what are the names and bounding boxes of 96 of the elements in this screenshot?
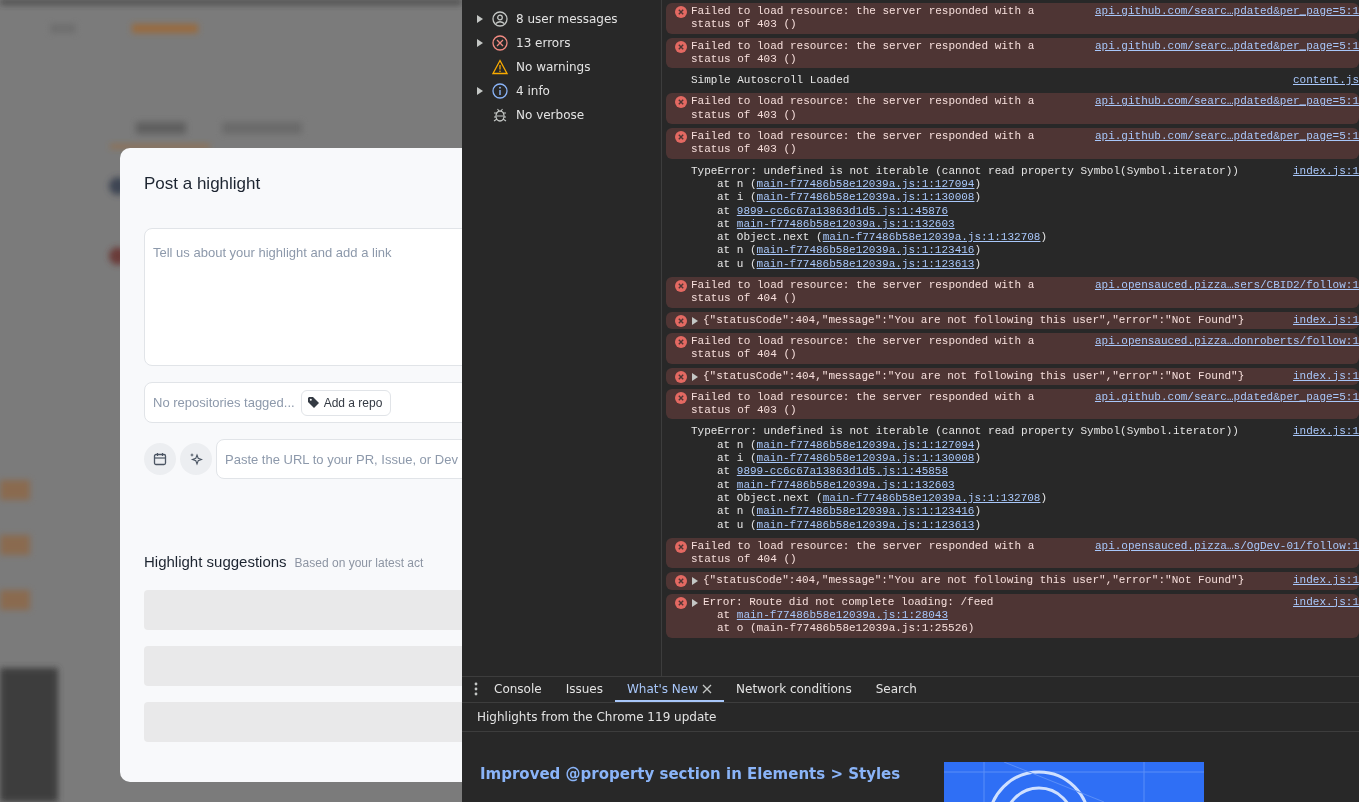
expand-arrow-icon[interactable] <box>691 576 700 587</box>
add-repo-button[interactable]: Add a repo <box>300 389 392 416</box>
dialog-title: Post a highlight <box>144 174 262 195</box>
stack-link[interactable]: main-f77486b58e12039a.js:1:132708 <box>822 231 1041 244</box>
console-message: TypeError: undefined is not iterable (cannot read property Symbol(Symbol.iterator)) <box>691 164 1239 178</box>
console-message: Failed to load resource: the server responded with a status of 404 () <box>691 539 1036 567</box>
bug-icon <box>492 107 508 123</box>
stack-link[interactable]: main-f77486b58e12039a.js:1:123416 <box>756 244 975 257</box>
source-link[interactable]: content.js <box>1271 74 1359 88</box>
filter-item[interactable]: No verbose <box>516 106 585 124</box>
source-link[interactable]: index.js:1 <box>1271 574 1359 588</box>
stack-link[interactable]: main-f77486b58e12039a.js:1:28043 <box>736 609 949 621</box>
user-icon <box>492 11 508 27</box>
drawer-subtitle: Highlights from the Chrome 119 update <box>462 703 1359 732</box>
drawer-tab[interactable]: Network conditions <box>724 677 864 702</box>
expand-arrow-icon[interactable] <box>476 15 484 23</box>
stack-trace-line: at main-f77486b58e12039a.js:1:132603 <box>716 478 956 492</box>
expand-arrow-icon[interactable] <box>476 39 484 47</box>
console-message: Failed to load resource: the server responded with a status of 403 () <box>691 5 1036 32</box>
stack-link[interactable]: main-f77486b58e12039a.js:1:123613 <box>756 518 975 531</box>
filter-item[interactable]: 13 errors <box>516 34 571 52</box>
stack-trace-line: at 9899-cc6c67a13863d1d5.js:1:45876 <box>716 204 950 218</box>
stack-link[interactable]: main-f77486b58e12039a.js:1:127094 <box>756 177 975 190</box>
tag-icon <box>306 396 320 410</box>
source-link[interactable]: index.js:1 <box>1271 164 1359 178</box>
console-message: Failed to load resource: the server responded with a status of 403 () <box>691 95 1036 123</box>
stack-trace-line: at i (main-f77486b58e12039a.js:1:130008) <box>716 191 983 205</box>
stack-trace-line: at n (main-f77486b58e12039a.js:1:127094) <box>716 177 983 192</box>
stack-link[interactable]: main-f77486b58e12039a.js:1:130008 <box>756 452 975 464</box>
calendar-button[interactable] <box>144 443 176 476</box>
error-icon <box>492 35 508 51</box>
stack-trace-line: at 9899-cc6c67a13863d1d5.js:1:45858 <box>716 465 950 479</box>
stack-trace-line: at i (main-f77486b58e12039a.js:1:130008) <box>716 452 983 466</box>
console-message: {"statusCode":404,"message":"You are not following this user","error":"Not Found"} <box>703 369 1245 383</box>
stack-link[interactable]: main-f77486b58e12039a.js:1:123416 <box>756 505 975 518</box>
stack-link[interactable]: main-f77486b58e12039a.js:1:130008 <box>756 191 975 204</box>
sparkle-button[interactable] <box>180 443 212 476</box>
console-message: Failed to load resource: the server responded with a status of 403 () <box>691 390 1036 418</box>
source-link[interactable]: index.js:1 <box>1271 313 1359 327</box>
source-link[interactable]: api.opensauced.pizza…s/OgDev-01/follow:1 <box>1072 539 1359 554</box>
source-link[interactable]: api.github.com/searc…pdated&per_page=5:1 <box>1072 5 1359 19</box>
suggestions-subtitle: Based on your latest act <box>294 555 424 573</box>
filter-item[interactable]: No warnings <box>516 58 591 76</box>
repository-field[interactable]: No repositories tagged... Add a repo <box>144 382 462 424</box>
source-link[interactable]: api.github.com/searc…pdated&per_page=5:1 <box>1072 130 1359 144</box>
drawer-tab[interactable]: What's New <box>614 677 724 702</box>
stack-link[interactable]: 9899-cc6c67a13863d1d5.js:1:45876 <box>736 204 949 217</box>
stack-link[interactable]: main-f77486b58e12039a.js:1:132708 <box>822 491 1041 504</box>
source-link[interactable]: api.opensauced.pizza…donroberts/follow:1 <box>1072 334 1359 349</box>
stack-trace-line: at n (main-f77486b58e12039a.js:1:123416) <box>716 505 983 519</box>
expand-arrow-icon[interactable] <box>691 597 700 608</box>
drawer-tab[interactable]: Search <box>863 677 929 702</box>
drawer-tab[interactable]: Console <box>482 677 554 702</box>
stack-link[interactable]: main-f77486b58e12039a.js:1:127094 <box>756 438 975 451</box>
info-icon <box>492 83 508 99</box>
stack-link[interactable]: main-f77486b58e12039a.js:1:123613 <box>756 257 975 270</box>
console-message: Simple Autoscroll Loaded <box>691 74 850 88</box>
source-link[interactable]: index.js:1 <box>1271 369 1359 383</box>
stack-trace-line: at u (main-f77486b58e12039a.js:1:123613) <box>716 518 983 532</box>
console-message: Failed to load resource: the server responded with a status of 403 () <box>691 130 1036 157</box>
suggestions-title: Highlight suggestions <box>144 552 287 573</box>
stack-trace-line: at u (main-f77486b58e12039a.js:1:123613) <box>716 257 983 272</box>
console-message: Failed to load resource: the server responded with a status of 403 () <box>691 39 1036 67</box>
stack-trace-line: at Object.next (main-f77486b58e12039a.js:1:132708) <box>716 231 1049 245</box>
feature-heading: Improved @property section in Elements > Styles <box>480 764 901 785</box>
stack-trace-line: at n (main-f77486b58e12039a.js:1:127094) <box>716 438 983 452</box>
source-link[interactable]: api.github.com/searc…pdated&per_page=5:1 <box>1072 39 1359 53</box>
calendar-icon <box>153 452 167 467</box>
console-message: Error: Route did not complete loading: /feed <box>703 595 994 609</box>
stack-trace-line: at main-f77486b58e12039a.js:1:28043 <box>716 609 950 623</box>
stack-trace-line: at o (main-f77486b58e12039a.js:1:25526) <box>716 622 976 636</box>
console-message: Failed to load resource: the server responded with a status of 404 () <box>691 279 1036 306</box>
close-icon[interactable] <box>702 683 712 694</box>
source-link[interactable]: api.opensauced.pizza…sers/CBID2/follow:1 <box>1072 279 1359 293</box>
stack-link[interactable]: main-f77486b58e12039a.js:1:132603 <box>736 478 955 491</box>
expand-arrow-icon[interactable] <box>691 315 700 326</box>
stack-trace-line: at main-f77486b58e12039a.js:1:132603 <box>716 217 956 232</box>
expand-arrow-icon[interactable] <box>476 87 484 95</box>
stack-link[interactable]: main-f77486b58e12039a.js:1:132603 <box>736 217 955 230</box>
sparkle-icon <box>189 452 203 467</box>
console-message: Failed to load resource: the server responded with a status of 404 () <box>691 334 1036 362</box>
console-message: {"statusCode":404,"message":"You are not following this user","error":"Not Found"} <box>703 313 1245 327</box>
warning-icon <box>492 59 508 75</box>
stack-trace-line: at Object.next (main-f77486b58e12039a.js:1:132708) <box>716 491 1049 506</box>
filter-item[interactable]: 8 user messages <box>516 10 618 28</box>
source-link[interactable]: api.github.com/searc…pdated&per_page=5:1 <box>1072 95 1359 109</box>
filter-item[interactable]: 4 info <box>516 82 550 100</box>
source-link[interactable]: index.js:1 <box>1271 595 1359 609</box>
stack-link[interactable]: 9899-cc6c67a13863d1d5.js:1:45858 <box>736 465 949 478</box>
console-message: TypeError: undefined is not iterable (cannot read property Symbol(Symbol.iterator)) <box>691 425 1239 439</box>
expand-arrow-icon[interactable] <box>691 371 700 382</box>
drawer-tab[interactable]: Issues <box>553 677 615 702</box>
source-link[interactable]: api.github.com/searc…pdated&per_page=5:1 <box>1072 390 1359 405</box>
stack-trace-line: at n (main-f77486b58e12039a.js:1:123416) <box>716 244 983 258</box>
source-link[interactable]: index.js:1 <box>1271 425 1359 439</box>
console-message: {"statusCode":404,"message":"You are not following this user","error":"Not Found"} <box>703 574 1245 588</box>
